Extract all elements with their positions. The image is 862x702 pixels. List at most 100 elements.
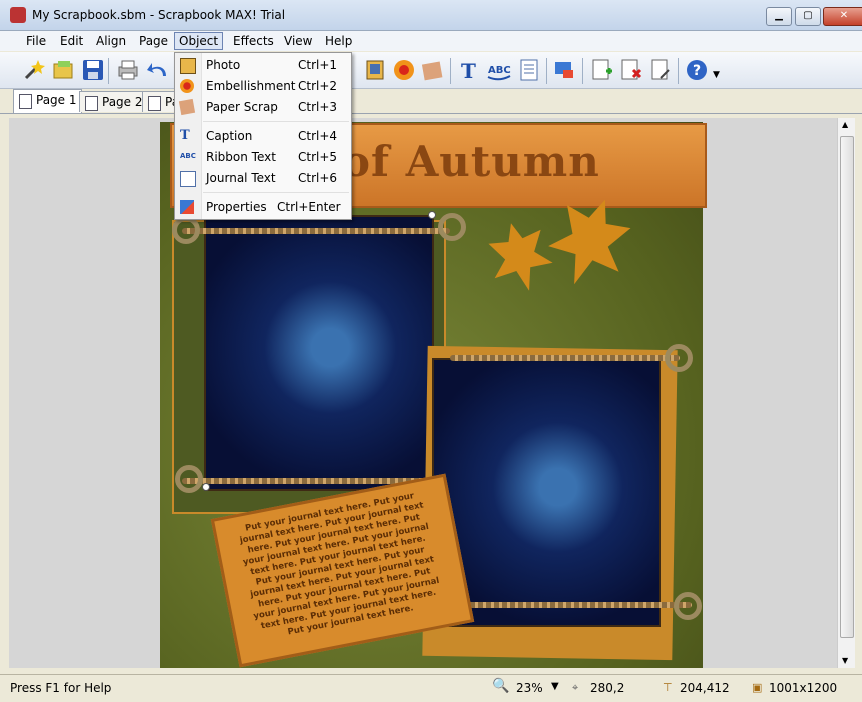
- object-size: 1001x1200: [769, 681, 838, 695]
- journal-text-icon: [180, 171, 196, 187]
- toolbar-separator: [546, 58, 547, 84]
- menu-view[interactable]: View: [280, 33, 316, 49]
- menu-item-label: Photo: [206, 58, 241, 72]
- menu-item-label: Journal Text: [206, 171, 276, 185]
- page-icon: [19, 94, 32, 109]
- toolbar-separator: [450, 58, 451, 84]
- menu-file[interactable]: File: [22, 33, 50, 49]
- menu-item-label: Embellishment: [206, 79, 296, 93]
- help-icon[interactable]: ?: [685, 58, 709, 82]
- cursor-icon: ⌖: [572, 681, 579, 694]
- menu-separator: [203, 192, 349, 193]
- menu-effects[interactable]: Effects: [229, 33, 278, 49]
- position-icon: ⊤: [663, 681, 673, 694]
- insert-journal-text-icon[interactable]: [517, 58, 541, 82]
- menu-align[interactable]: Align: [92, 33, 130, 49]
- wand-icon[interactable]: [22, 58, 46, 82]
- ring-decoration: [438, 213, 466, 241]
- close-button[interactable]: ✕: [823, 7, 862, 26]
- insert-photo-icon[interactable]: [363, 58, 387, 82]
- scroll-down-icon[interactable]: ▼: [842, 656, 848, 665]
- menu-bar: File Edit Align Page Object Effects View…: [0, 31, 862, 51]
- insert-embellishment-icon[interactable]: [392, 58, 416, 82]
- undo-icon[interactable]: [146, 58, 170, 82]
- page-icon: [85, 96, 98, 111]
- menu-item-shortcut: Ctrl+Enter: [277, 200, 341, 214]
- ring-decoration: [674, 592, 702, 620]
- tab-page-1[interactable]: Page 1: [13, 89, 82, 113]
- page-properties-icon[interactable]: [649, 58, 673, 82]
- maximize-button[interactable]: ▢: [795, 7, 821, 26]
- toolbar-separator: [582, 58, 583, 84]
- toolbar: T ABC ? ▼: [0, 52, 862, 89]
- open-folder-icon[interactable]: [52, 58, 76, 82]
- menu-item-journal-text[interactable]: Journal Text Ctrl+6: [175, 168, 351, 188]
- zoom-level[interactable]: 23%: [516, 681, 543, 695]
- canvas-area[interactable]: of Autumn Put your journal text here. Pu…: [9, 118, 837, 668]
- insert-paper-scrap-icon[interactable]: [420, 58, 444, 82]
- toolbar-separator: [108, 58, 109, 84]
- window-title: My Scrapbook.sbm - Scrapbook MAX! Trial: [32, 8, 286, 22]
- vertical-scrollbar[interactable]: ▲ ▼: [837, 118, 855, 668]
- tab-label: Page 2: [102, 95, 143, 109]
- menu-separator: [203, 121, 349, 122]
- menu-item-embellishment[interactable]: Embellishment Ctrl+2: [175, 76, 351, 96]
- svg-text:T: T: [461, 59, 476, 82]
- menu-item-photo[interactable]: Photo Ctrl+1: [175, 55, 351, 75]
- toolbar-separator: [678, 58, 679, 84]
- status-help-text: Press F1 for Help: [10, 681, 112, 695]
- object-properties-icon[interactable]: [553, 58, 577, 82]
- photo-icon: [180, 58, 196, 74]
- toolbar-overflow-chevron-icon[interactable]: ▼: [713, 70, 720, 80]
- rope-decoration: [182, 228, 450, 234]
- menu-item-shortcut: Ctrl+1: [298, 58, 338, 72]
- menu-help[interactable]: Help: [321, 33, 356, 49]
- zoom-icon: 🔍: [492, 678, 510, 694]
- insert-caption-icon[interactable]: T: [457, 58, 481, 82]
- ring-decoration: [665, 344, 693, 372]
- menu-edit[interactable]: Edit: [56, 33, 87, 49]
- menu-item-paper-scrap[interactable]: Paper Scrap Ctrl+3: [175, 97, 351, 117]
- menu-item-shortcut: Ctrl+2: [298, 79, 338, 93]
- ring-decoration: [172, 216, 200, 244]
- leaf-embellishment[interactable]: [482, 215, 558, 298]
- menu-item-shortcut: Ctrl+3: [298, 100, 338, 114]
- save-icon[interactable]: [81, 58, 105, 82]
- embellishment-icon: [180, 79, 194, 93]
- photo-left[interactable]: [204, 215, 434, 491]
- svg-text:ABC: ABC: [488, 65, 511, 76]
- menu-item-label: Ribbon Text: [206, 150, 276, 164]
- selection-handle[interactable]: [202, 483, 210, 491]
- menu-item-shortcut: Ctrl+6: [298, 171, 338, 185]
- page-tabs: Page 1 Page 2 Pa: [0, 89, 862, 114]
- scroll-up-icon[interactable]: ▲: [842, 120, 848, 129]
- tab-page-2[interactable]: Page 2: [79, 91, 148, 112]
- add-page-icon[interactable]: [590, 58, 614, 82]
- menu-item-ribbon-text[interactable]: ABC Ribbon Text Ctrl+5: [175, 147, 351, 167]
- ribbon-text-icon: ABC: [180, 152, 196, 160]
- menu-item-caption[interactable]: T Caption Ctrl+4: [175, 126, 351, 146]
- insert-ribbon-text-icon[interactable]: ABC: [487, 58, 511, 82]
- menu-object[interactable]: Object: [174, 32, 224, 50]
- app-icon: [10, 7, 26, 23]
- status-bar: Press F1 for Help 🔍 23% ▼ ⌖ 280,2 ⊤ 204,…: [0, 674, 862, 702]
- paper-scrap-icon: [178, 98, 196, 116]
- selection-handle[interactable]: [428, 211, 436, 219]
- rope-decoration: [450, 355, 680, 361]
- page-icon: [148, 96, 161, 111]
- delete-page-icon[interactable]: [619, 58, 643, 82]
- cursor-position: 280,2: [590, 681, 625, 695]
- menu-item-shortcut: Ctrl+5: [298, 150, 338, 164]
- size-icon: ▣: [752, 681, 763, 694]
- object-menu-dropdown: Photo Ctrl+1 Embellishment Ctrl+2 Paper …: [174, 52, 352, 220]
- title-bar: My Scrapbook.sbm - Scrapbook MAX! Trial …: [0, 0, 862, 31]
- menu-item-properties[interactable]: Properties Ctrl+Enter: [175, 197, 351, 217]
- print-icon[interactable]: [116, 58, 140, 82]
- scrollbar-thumb[interactable]: [840, 136, 854, 638]
- minimize-button[interactable]: ▁: [766, 7, 792, 26]
- ring-decoration: [175, 465, 203, 493]
- menu-item-label: Caption: [206, 129, 253, 143]
- menu-page[interactable]: Page: [135, 33, 172, 49]
- zoom-dropdown-icon[interactable]: ▼: [551, 681, 559, 692]
- banner-title: of Autumn: [342, 137, 600, 186]
